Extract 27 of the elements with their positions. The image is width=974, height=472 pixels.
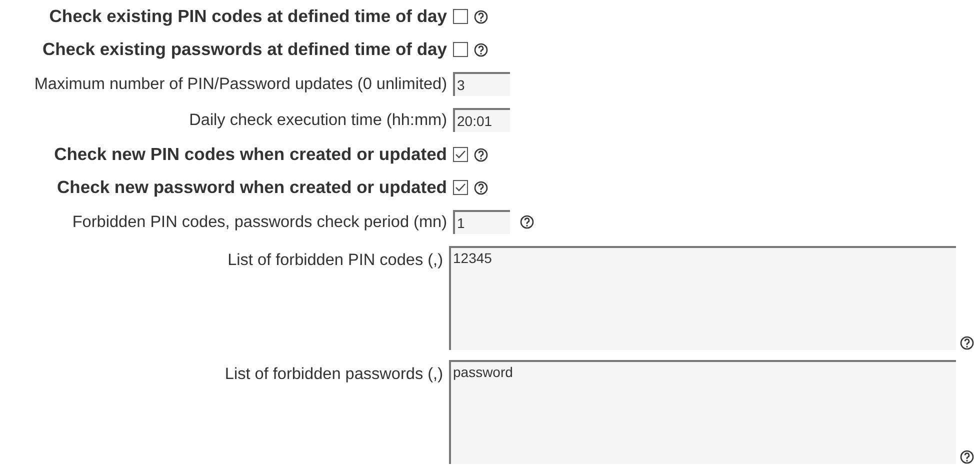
text-field[interactable]: 20:01 (453, 108, 510, 132)
field-label: Forbidden PIN codes, passwords check period (mn) (72, 212, 447, 233)
checkbox[interactable] (453, 9, 468, 24)
field-label: Check existing PIN codes at defined time of day (49, 5, 447, 28)
help-icon[interactable] (960, 450, 974, 464)
text-field[interactable]: 1 (453, 210, 510, 234)
help-icon[interactable] (520, 215, 534, 229)
help-icon[interactable] (960, 336, 974, 350)
checkbox[interactable] (453, 147, 468, 162)
help-icon[interactable] (474, 42, 488, 56)
help-icon[interactable] (474, 180, 488, 194)
field-label: List of forbidden PIN codes (,) (228, 250, 443, 271)
checkbox[interactable] (453, 180, 468, 195)
text-area[interactable]: 12345 (449, 246, 956, 350)
field-label: List of forbidden passwords (,) (224, 364, 443, 385)
text-field[interactable]: 3 (453, 72, 510, 96)
text-area[interactable]: password (449, 360, 956, 464)
field-label: Daily check execution time (hh:mm) (189, 110, 447, 131)
field-label: Check new PIN codes when created or updated (54, 143, 447, 166)
checkmark-icon (455, 150, 466, 159)
help-icon[interactable] (474, 148, 488, 162)
field-label: Check new password when created or updated (57, 176, 447, 200)
help-icon[interactable] (474, 10, 488, 24)
field-label: Maximum number of PIN/Password updates (0 unlimited) (34, 74, 447, 95)
checkbox[interactable] (453, 42, 468, 57)
checkmark-icon (455, 183, 466, 192)
field-label: Check existing passwords at defined time of day (42, 38, 447, 62)
